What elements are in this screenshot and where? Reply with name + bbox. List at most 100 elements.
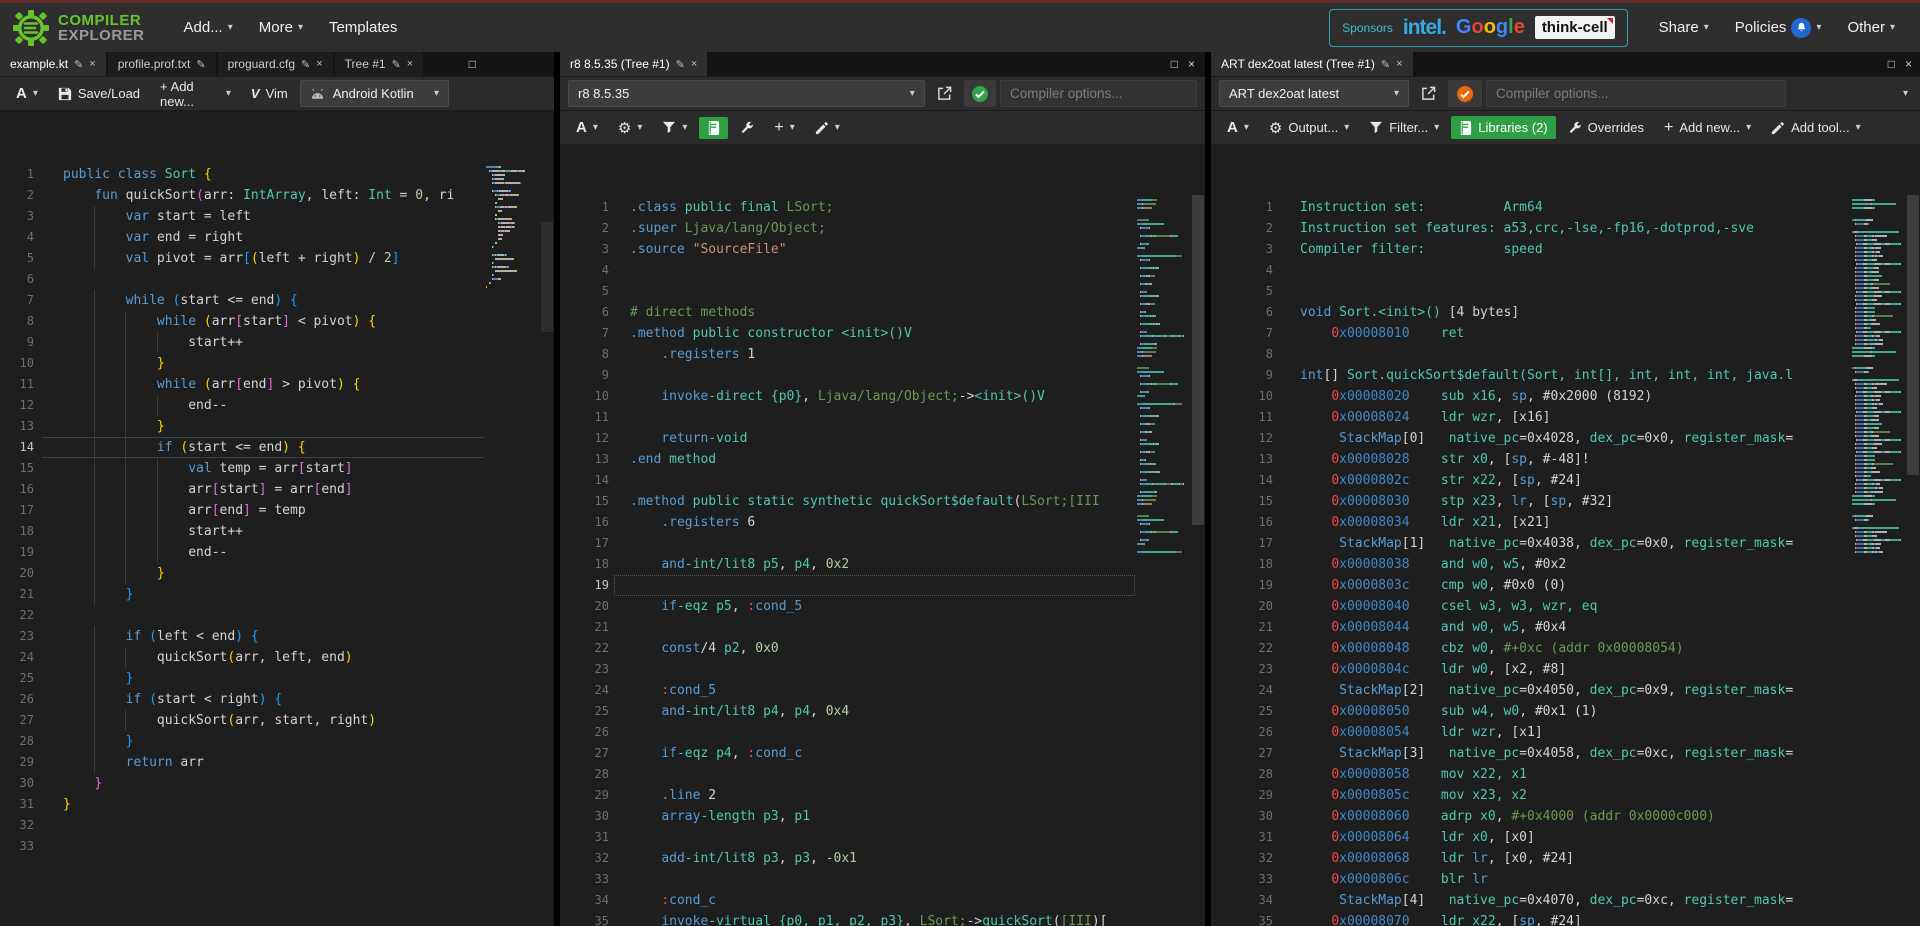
font-size-button[interactable]: A ▾: [1219, 115, 1257, 140]
filter-button[interactable]: Filter... ▾: [1361, 116, 1447, 139]
rename-icon[interactable]: ✎: [74, 58, 83, 71]
vertical-scrollbar[interactable]: [1906, 195, 1920, 926]
overrides-button[interactable]: Overrides: [1560, 116, 1652, 139]
code-line: StackMap[0] native_pc=0x4028, dex_pc=0x0…: [1339, 431, 1794, 446]
close-icon[interactable]: ×: [691, 58, 697, 70]
nav-item-policies[interactable]: Policies ▾: [1735, 17, 1821, 38]
code-line: }: [63, 353, 486, 374]
compiler-options-input[interactable]: [1486, 80, 1786, 107]
code-line: 0x00008020 sub x16, sp, #0x2000 (8192): [1331, 389, 1653, 404]
tab-proguard-cfg[interactable]: proguard.cfg ✎ ×: [217, 52, 333, 76]
add-new-button[interactable]: + Add new... ▾: [152, 75, 239, 113]
font-size-button[interactable]: A ▾: [568, 115, 606, 140]
nav-item-templates[interactable]: Templates: [329, 19, 397, 36]
code-line: return arr: [63, 752, 486, 773]
vertical-scrollbar[interactable]: [1191, 195, 1205, 926]
close-icon[interactable]: ×: [89, 58, 95, 70]
filter-icon[interactable]: ▾: [654, 117, 695, 138]
add-new-icon[interactable]: + ▾: [766, 115, 802, 141]
rename-icon[interactable]: ✎: [1381, 58, 1390, 71]
vim-toggle-button[interactable]: V Vim: [243, 82, 296, 105]
compiler-select[interactable]: r8 8.5.35 ▾: [568, 80, 925, 107]
r8-editor[interactable]: 1 2 3 4 5 6 7 8 9 10 11 12 13 14 15 16 17 18 19 20 21 22 23 24 2…: [560, 195, 1205, 926]
code-line: }: [63, 563, 486, 584]
maximize-icon[interactable]: □: [1888, 57, 1895, 71]
source-editor[interactable]: 1 2 3 4 5 6 7 8 9 10 11 12 13 14 15 16 17 18 19 20 21 22 23 24 2…: [0, 162, 554, 926]
close-pane-icon[interactable]: ×: [1905, 57, 1912, 71]
close-pane-icon[interactable]: ×: [1188, 57, 1195, 71]
dex2oat-editor[interactable]: 1 2 3 4 5 6 7 8 9 10 11 12 13 14 15 16 17 18 19 20 21 22 23 24 2…: [1211, 195, 1920, 926]
code-line: if (start <= end) {: [63, 437, 486, 458]
code-line: arr[end] = temp: [63, 500, 486, 521]
close-icon[interactable]: ×: [1396, 58, 1402, 70]
output-button[interactable]: ⚙ Output... ▾: [1261, 115, 1357, 141]
popout-icon[interactable]: [929, 82, 960, 105]
code-line: return-void: [661, 431, 748, 446]
overflow-chevron-icon[interactable]: ▾: [1903, 88, 1908, 99]
maximize-icon[interactable]: □: [469, 57, 476, 71]
tab-profile-prof-txt[interactable]: profile.prof.txt ✎: [107, 52, 216, 76]
add-new-button[interactable]: + Add new... ▾: [1656, 115, 1759, 141]
code-line: .super Ljava/lang/Object;: [630, 221, 826, 236]
compiler-options-input[interactable]: [1000, 80, 1197, 107]
code-line: var start = left: [63, 206, 486, 227]
add-tool-icon[interactable]: ▾: [807, 117, 848, 139]
thinkcell-logo[interactable]: think-cell: [1534, 16, 1615, 39]
code-line: and-int/lit8 p5, p4, 0x2: [661, 557, 850, 572]
book-icon: [1459, 120, 1472, 135]
rename-icon[interactable]: ✎: [676, 58, 685, 71]
code-line: val temp = arr[start]: [63, 458, 486, 479]
code-area[interactable]: .class public final LSort; .super Ljava/l…: [612, 195, 1137, 926]
rename-icon[interactable]: ✎: [196, 58, 205, 71]
vertical-scrollbar[interactable]: [540, 162, 554, 926]
compile-ok-badge: [963, 80, 996, 107]
save-load-button[interactable]: Save/Load: [50, 82, 148, 105]
rename-icon[interactable]: ✎: [392, 58, 401, 71]
nav-item-add-[interactable]: Add... ▾: [184, 19, 233, 36]
code-area[interactable]: public class Sort { fun quickSort(arr: I…: [40, 162, 486, 926]
nav-item-share[interactable]: Share ▾: [1659, 18, 1709, 38]
code-line: 0x00008054 ldr wzr, [x1]: [1331, 725, 1543, 740]
minimap[interactable]: [1137, 195, 1191, 926]
intel-logo[interactable]: intel.: [1403, 16, 1447, 40]
ce-logo[interactable]: COMPILER EXPLORER: [12, 9, 145, 47]
tab-tree-1[interactable]: Tree #1 ✎ ×: [334, 52, 424, 76]
nav-item-other[interactable]: Other ▾: [1847, 18, 1895, 38]
minimap[interactable]: [1852, 195, 1906, 926]
tab-example-kt[interactable]: example.kt ✎ ×: [0, 52, 106, 76]
code-line: # direct methods: [630, 305, 756, 320]
libraries-button[interactable]: Libraries (2): [1451, 116, 1556, 139]
nav-item-more[interactable]: More ▾: [259, 19, 303, 36]
rename-icon[interactable]: ✎: [301, 58, 310, 71]
language-select[interactable]: Android Kotlin ▾: [299, 80, 449, 107]
code-line: }: [94, 776, 103, 791]
google-logo[interactable]: Google: [1456, 16, 1525, 39]
compiler-select[interactable]: ART dex2oat latest ▾: [1219, 80, 1409, 107]
tab-r8-8-5-35-tree-1-[interactable]: r8 8.5.35 (Tree #1) ✎ ×: [560, 52, 708, 76]
gear-icon[interactable]: ⚙ ▾: [610, 115, 650, 141]
close-icon[interactable]: ×: [407, 58, 413, 70]
minimap[interactable]: [486, 162, 540, 926]
tab-art-dex2oat-latest-tree-1-[interactable]: ART dex2oat latest (Tree #1) ✎ ×: [1211, 52, 1413, 76]
maximize-icon[interactable]: □: [1171, 57, 1178, 71]
overrides-wrench-icon[interactable]: [732, 117, 762, 139]
wrench-icon: [1568, 121, 1582, 135]
code-line: .method public static synthetic quickSor…: [630, 494, 1100, 509]
code-line: 0x0000804c ldr w0, [x2, #8]: [1331, 662, 1567, 677]
font-size-button[interactable]: A ▾: [8, 81, 46, 106]
sponsors-box[interactable]: Sponsors intel. Google think-cell: [1329, 8, 1628, 47]
libraries-button[interactable]: [699, 116, 729, 139]
code-area[interactable]: Instruction set: Arm64 Instruction set fe…: [1277, 195, 1852, 926]
sponsors-label: Sponsors: [1342, 20, 1393, 35]
add-tool-button[interactable]: Add tool... ▾: [1763, 116, 1869, 139]
popout-icon[interactable]: [1413, 82, 1444, 105]
close-icon[interactable]: ×: [316, 58, 322, 70]
code-line: 0x0000805c mov x23, x2: [1331, 788, 1527, 803]
source-tabbar: example.kt ✎ × profile.prof.txt ✎ proguard.cf…: [0, 52, 554, 76]
code-line: 0x00008070 ldr x22, [sp, #24]: [1331, 914, 1582, 926]
